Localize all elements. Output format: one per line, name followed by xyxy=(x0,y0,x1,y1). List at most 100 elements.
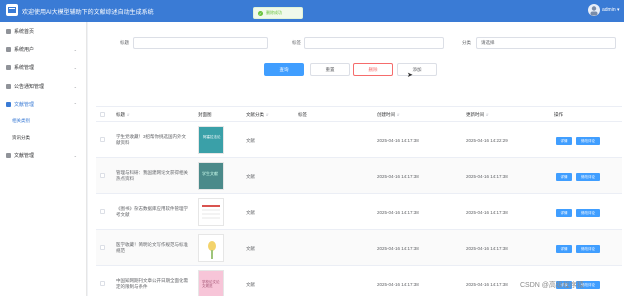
title-filter-label: 标题 xyxy=(120,40,129,45)
detail-button[interactable]: 详情 xyxy=(556,209,572,217)
row-checkbox[interactable] xyxy=(100,245,105,250)
detail-button[interactable]: 详情 xyxy=(556,137,572,145)
row-category: 文献 xyxy=(246,174,255,179)
sort-icon: ⇵ xyxy=(266,113,269,117)
row-created: 2025-04-16 14:17:38 xyxy=(377,282,419,287)
detail-button[interactable]: 详情 xyxy=(556,245,572,253)
top-bar: 欢迎使用AI大模型辅助下的文献综述自动生成系统 ✓ 删除成功 admin ▾ xyxy=(0,0,624,22)
tag-filter-input[interactable] xyxy=(304,37,444,49)
edit-button[interactable]: 修改评论 xyxy=(576,137,600,145)
success-toast: ✓ 删除成功 xyxy=(253,7,303,19)
tag-filter-label: 标签 xyxy=(292,40,301,45)
avatar[interactable] xyxy=(588,4,600,16)
row-checkbox[interactable] xyxy=(100,281,105,286)
sidebar-item-label: 公告通知管理 xyxy=(14,83,45,90)
row-category: 文献 xyxy=(246,246,255,251)
edit-button[interactable]: 修改评论 xyxy=(576,245,600,253)
sort-icon: ⇵ xyxy=(397,113,400,117)
chevron-down-icon: ⌄ xyxy=(73,153,77,158)
column-header-title[interactable]: 标题 ⇵ xyxy=(116,112,130,118)
column-header-cover: 封面图 xyxy=(198,112,212,117)
row-category: 文献 xyxy=(246,282,255,287)
cover-image xyxy=(198,198,224,226)
row-updated: 2025-04-16 14:17:38 xyxy=(466,174,508,179)
add-button[interactable]: 添加 xyxy=(397,63,437,76)
sidebar-item-literature-2[interactable]: 文献管理 ⌄ xyxy=(0,150,87,160)
column-header-category[interactable]: 文献分类 ⇵ xyxy=(246,112,269,118)
column-header-tag: 标签 xyxy=(298,112,307,117)
row-title: 医学收藏！简明论文写作规范与标准规范 xyxy=(116,242,188,253)
column-header-updated[interactable]: 更新时间 ⇵ xyxy=(466,112,489,118)
row-updated: 2025-04-16 14:17:38 xyxy=(466,246,508,251)
table-row: 学生党收藏！3招帮你挑选国内外文献资料 阿塞拉法论 文献 2025-04-16 … xyxy=(96,122,622,158)
main-content: 标题 标签 分类 请选择 查询 重置 删除 添加 标题 ⇵ 封面图 文献分类 ⇵ 标… xyxy=(88,22,624,296)
cover-image: 学生文献 xyxy=(198,162,224,190)
category-filter-select[interactable]: 请选择 xyxy=(476,37,616,49)
row-created: 2025-04-16 14:17:38 xyxy=(377,138,419,143)
sidebar-item-label: 系统首页 xyxy=(14,28,35,35)
row-checkbox[interactable] xyxy=(100,209,105,214)
detail-button[interactable]: 详情 xyxy=(556,173,572,181)
row-title: 学生党收藏！3招帮你挑选国内外文献资料 xyxy=(116,134,187,145)
document-icon xyxy=(6,152,11,158)
row-category: 文献 xyxy=(246,138,255,143)
sidebar-item-system[interactable]: 系统管理 ⌄ xyxy=(0,62,87,72)
delete-button[interactable]: 删除 xyxy=(353,63,393,76)
title-filter-input[interactable] xyxy=(133,37,268,49)
select-all-checkbox[interactable] xyxy=(100,112,105,117)
sidebar-item-label: 文献管理 xyxy=(14,101,35,108)
row-updated: 2025-04-16 14:17:38 xyxy=(466,282,508,287)
check-icon: ✓ xyxy=(258,10,263,16)
cover-image: 学校论文论文规范 xyxy=(198,270,224,296)
row-title: 《图书》杂志数据库应用软件管理学考文献 xyxy=(116,206,188,217)
mouse-cursor-icon: ➤ xyxy=(407,72,413,79)
row-updated: 2025-04-16 14:17:38 xyxy=(466,210,508,215)
edit-button[interactable]: 修改评论 xyxy=(576,173,600,181)
app-title: 欢迎使用AI大模型辅助下的文献综述自动生成系统 xyxy=(22,10,154,16)
sidebar-item-label: 系统用户 xyxy=(14,46,35,53)
sidebar-subitem-category[interactable]: 资讯分类 xyxy=(12,135,30,141)
chevron-down-icon: ⌄ xyxy=(73,84,77,89)
table-row: 医学收藏！简明论文写作规范与标准规范 文献 2025-04-16 14:17:3… xyxy=(96,230,622,266)
gear-icon xyxy=(6,64,11,70)
sidebar-item-home[interactable]: 系统首页 xyxy=(0,26,87,36)
column-header-created[interactable]: 创建时间 ⇵ xyxy=(377,112,400,118)
reset-button[interactable]: 重置 xyxy=(310,63,350,76)
app-logo xyxy=(6,4,18,16)
row-checkbox[interactable] xyxy=(100,173,105,178)
table-header: 标题 ⇵ 封面图 文献分类 ⇵ 标签 创建时间 ⇵ 更新时间 ⇵ 操作 xyxy=(96,106,622,122)
chevron-up-icon: ⌃ xyxy=(73,102,77,107)
row-updated: 2025-04-16 14:22:29 xyxy=(466,138,508,143)
sidebar-item-notices[interactable]: 公告通知管理 ⌄ xyxy=(0,81,87,91)
watermark: CSDN @高级程序猿 xyxy=(520,282,584,289)
row-checkbox[interactable] xyxy=(100,137,105,142)
row-title: 中国知网期刊文章公开日期全面化需定的限制与条件 xyxy=(116,278,188,289)
row-created: 2025-04-16 14:17:38 xyxy=(377,246,419,251)
sort-icon: ⇵ xyxy=(127,113,130,117)
notice-icon xyxy=(6,83,11,89)
edit-button[interactable]: 修改评论 xyxy=(576,209,600,217)
sidebar-subitem-related[interactable]: 相关类别 xyxy=(12,118,30,124)
search-button[interactable]: 查询 xyxy=(264,63,304,76)
sidebar-item-users[interactable]: 系统用户 ⌄ xyxy=(0,44,87,54)
row-category: 文献 xyxy=(246,210,255,215)
chevron-down-icon: ⌄ xyxy=(73,65,77,70)
category-filter-label: 分类 xyxy=(462,40,471,45)
toast-message: 删除成功 xyxy=(266,10,282,15)
cover-image xyxy=(198,234,224,262)
user-menu[interactable]: admin ▾ xyxy=(602,7,620,13)
row-created: 2025-04-16 14:17:38 xyxy=(377,210,419,215)
sidebar: 系统首页 系统用户 ⌄ 系统管理 ⌄ 公告通知管理 ⌄ 文献管理 ⌃ 相关类别 … xyxy=(0,22,87,296)
document-icon xyxy=(6,101,11,107)
user-icon xyxy=(6,46,11,52)
row-title: 管理与科研：我国建网论文获得相关热点资料 xyxy=(116,170,188,181)
home-icon xyxy=(6,28,11,34)
chevron-down-icon: ⌄ xyxy=(73,47,77,52)
sidebar-item-literature[interactable]: 文献管理 ⌃ xyxy=(0,99,87,109)
sidebar-item-label: 文献管理 xyxy=(14,152,35,159)
sort-icon: ⇵ xyxy=(486,113,489,117)
column-header-actions: 操作 xyxy=(554,112,563,117)
table-row: 管理与科研：我国建网论文获得相关热点资料 学生文献 文献 2025-04-16 … xyxy=(96,158,622,194)
row-created: 2025-04-16 14:17:38 xyxy=(377,174,419,179)
table-row: 《图书》杂志数据库应用软件管理学考文献 文献 2025-04-16 14:17:… xyxy=(96,194,622,230)
